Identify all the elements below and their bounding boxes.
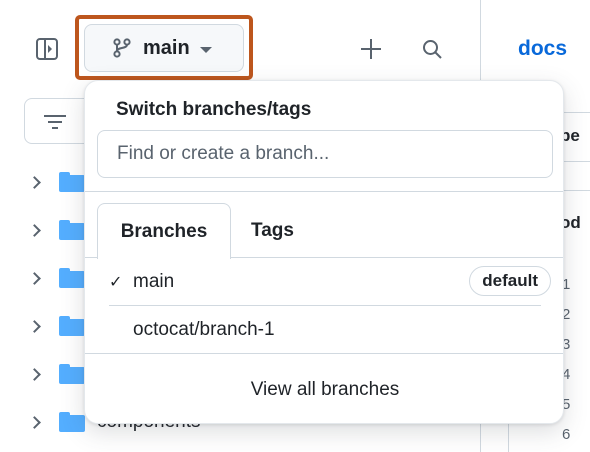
line-number[interactable]: 6 <box>562 426 570 443</box>
check-icon: ✓ <box>109 274 123 291</box>
chevron-left-icon <box>48 45 52 53</box>
folder-icon <box>59 220 85 240</box>
chevron-right-icon[interactable] <box>28 415 41 429</box>
tab-tags[interactable]: Tags <box>251 203 294 259</box>
branch-item-main[interactable]: ✓ main default <box>97 258 553 306</box>
chevron-right-icon[interactable] <box>28 223 41 237</box>
filter-icon <box>44 115 66 129</box>
branch-item-octocat-branch-1[interactable]: octocat/branch-1 <box>97 306 553 354</box>
search-icon[interactable] <box>422 39 442 59</box>
chevron-right-icon[interactable] <box>28 319 41 333</box>
sidebar-toggle-icon[interactable] <box>36 38 58 60</box>
chevron-right-icon[interactable] <box>28 271 41 285</box>
chevron-right-icon[interactable] <box>28 367 41 381</box>
view-all-branches-link[interactable]: View all branches <box>85 354 563 423</box>
folder-icon <box>59 172 85 192</box>
chevron-right-icon[interactable] <box>28 175 41 189</box>
branch-picker-highlight <box>75 15 253 80</box>
folder-icon <box>59 316 85 336</box>
branch-name: main <box>133 271 175 292</box>
branch-search-input[interactable] <box>97 130 553 178</box>
default-badge: default <box>469 266 551 296</box>
folder-icon <box>59 412 85 432</box>
breadcrumb-docs-link[interactable]: docs <box>518 37 567 61</box>
plus-icon[interactable] <box>360 38 382 60</box>
branch-name: octocat/branch-1 <box>133 319 275 340</box>
folder-icon <box>59 268 85 288</box>
dropdown-title: Switch branches/tags <box>116 99 312 120</box>
branch-switcher-dropdown: Switch branches/tags Branches Tags ✓ mai… <box>84 80 564 424</box>
divider <box>85 191 563 192</box>
tab-branches[interactable]: Branches <box>97 203 231 259</box>
folder-icon <box>59 364 85 384</box>
